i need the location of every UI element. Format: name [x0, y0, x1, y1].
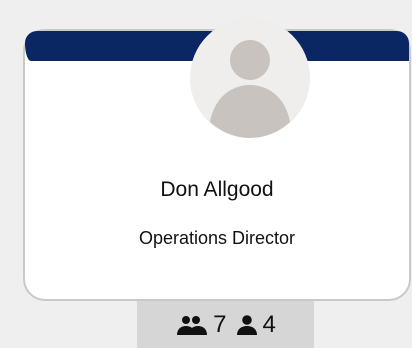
- profile-card: Don Allgood Operations Director: [23, 18, 411, 301]
- profile-stats-bar: 7 4: [137, 301, 314, 348]
- group-count: 7: [213, 310, 227, 338]
- person-count: 4: [262, 310, 276, 338]
- person-stat: 4: [235, 310, 276, 338]
- profile-title: Operations Director: [138, 228, 296, 248]
- person-icon: [235, 314, 259, 336]
- avatar-placeholder-icon: [190, 18, 310, 138]
- group-stat: 7: [175, 310, 227, 338]
- people-icon: [175, 314, 209, 336]
- avatar: [190, 18, 310, 138]
- profile-name: Don Allgood: [160, 178, 274, 201]
